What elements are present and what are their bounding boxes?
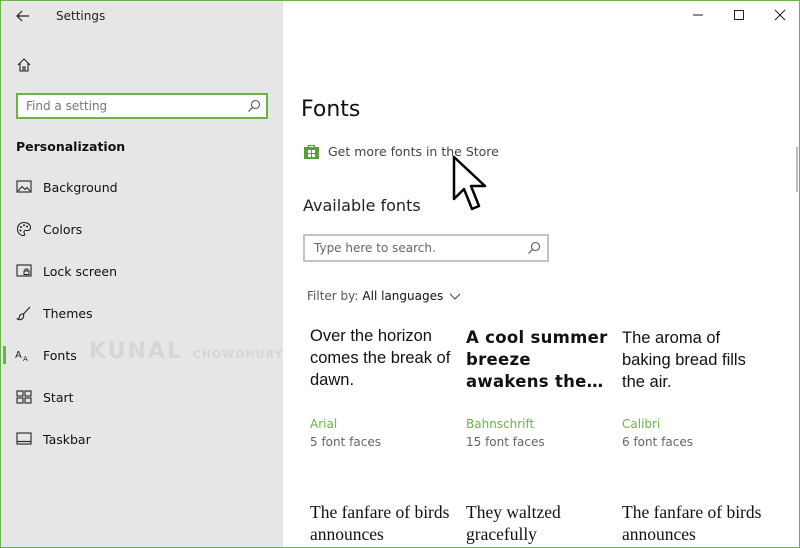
font-faces-count: 5 font faces <box>310 435 381 449</box>
sidebar-item-label: Lock screen <box>43 263 118 279</box>
font-card[interactable]: The fanfare of birds announces <box>622 501 772 547</box>
language-filter[interactable]: Filter by: All languages <box>307 289 461 303</box>
sidebar-item-label: Background <box>43 179 118 195</box>
filter-label: Filter by: <box>307 289 359 303</box>
palette-icon <box>15 220 33 238</box>
sidebar-item-colors[interactable]: Colors <box>1 212 283 246</box>
font-faces-count: 15 font faces <box>466 435 545 449</box>
svg-text:A: A <box>15 350 22 361</box>
search-icon[interactable] <box>527 241 541 255</box>
taskbar-icon <box>15 430 33 448</box>
app-title: Settings <box>56 9 106 23</box>
sidebar-item-label: Colors <box>43 221 83 237</box>
sidebar-item-taskbar[interactable]: Taskbar <box>1 422 283 456</box>
search-icon[interactable] <box>247 99 261 113</box>
back-arrow-icon <box>16 10 29 22</box>
font-card[interactable]: The fanfare of birds announces <box>310 501 460 547</box>
font-name: Bahnschrift <box>466 417 535 431</box>
font-sample: Over the horizon comes the break of dawn… <box>310 327 451 389</box>
sidebar-item-label: Themes <box>43 305 93 321</box>
chevron-down-icon <box>449 293 461 300</box>
brush-icon <box>15 304 33 322</box>
font-sample: The fanfare of birds announces <box>310 502 450 544</box>
filter-value: All languages <box>362 289 444 303</box>
font-card-calibri[interactable]: The aroma of baking bread fills the air.… <box>622 327 772 455</box>
sidebar-item-start[interactable]: Start <box>1 380 283 414</box>
font-card-bahnschrift[interactable]: A cool summer breeze awakens the… Bahnsc… <box>466 327 616 455</box>
home-icon <box>17 58 31 72</box>
available-fonts-heading: Available fonts <box>303 196 421 215</box>
font-name: Calibri <box>622 417 661 431</box>
minimize-button[interactable] <box>678 1 718 29</box>
close-icon <box>774 9 786 21</box>
font-sample: They waltzed gracefully <box>466 502 561 544</box>
svg-text:A: A <box>23 355 28 362</box>
active-indicator <box>3 346 6 364</box>
settings-search-box[interactable] <box>16 93 268 119</box>
font-icon: AA <box>15 346 33 364</box>
font-sample: The fanfare of birds announces <box>622 502 762 544</box>
font-sample: The aroma of baking bread fills the air. <box>622 329 746 391</box>
watermark: KUNAL CHOWDHURY <box>89 339 284 364</box>
lock-screen-icon <box>15 262 33 280</box>
sidebar-item-background[interactable]: Background <box>1 170 283 204</box>
sidebar: Settings Personalization Background <box>1 1 284 547</box>
section-title: Personalization <box>16 139 126 154</box>
home-button[interactable] <box>13 54 35 76</box>
minimize-icon <box>693 14 703 16</box>
start-icon <box>15 388 33 406</box>
maximize-button[interactable] <box>719 1 759 29</box>
sidebar-item-lock-screen[interactable]: Lock screen <box>1 254 283 288</box>
sidebar-item-label: Fonts <box>43 347 77 363</box>
page-title: Fonts <box>301 97 361 122</box>
font-sample: A cool summer breeze awakens the… <box>466 328 608 391</box>
font-name: Arial <box>310 417 338 431</box>
settings-search-input[interactable] <box>18 95 238 117</box>
font-faces-count: 6 font faces <box>622 435 693 449</box>
mouse-cursor-icon <box>452 155 487 211</box>
settings-window: Settings Personalization Background <box>0 0 800 548</box>
font-card-arial[interactable]: Over the horizon comes the break of dawn… <box>310 325 460 455</box>
close-button[interactable] <box>760 1 799 29</box>
store-icon <box>304 144 319 159</box>
font-search-input[interactable] <box>305 236 520 260</box>
scrollbar[interactable] <box>796 147 798 192</box>
sidebar-item-label: Start <box>43 389 74 405</box>
sidebar-item-label: Taskbar <box>43 431 91 447</box>
picture-icon <box>15 178 33 196</box>
sidebar-item-themes[interactable]: Themes <box>1 296 283 330</box>
font-search-box[interactable] <box>303 234 549 262</box>
maximize-icon <box>734 10 744 20</box>
back-button[interactable] <box>11 5 35 27</box>
font-card[interactable]: They waltzed gracefully <box>466 501 616 547</box>
